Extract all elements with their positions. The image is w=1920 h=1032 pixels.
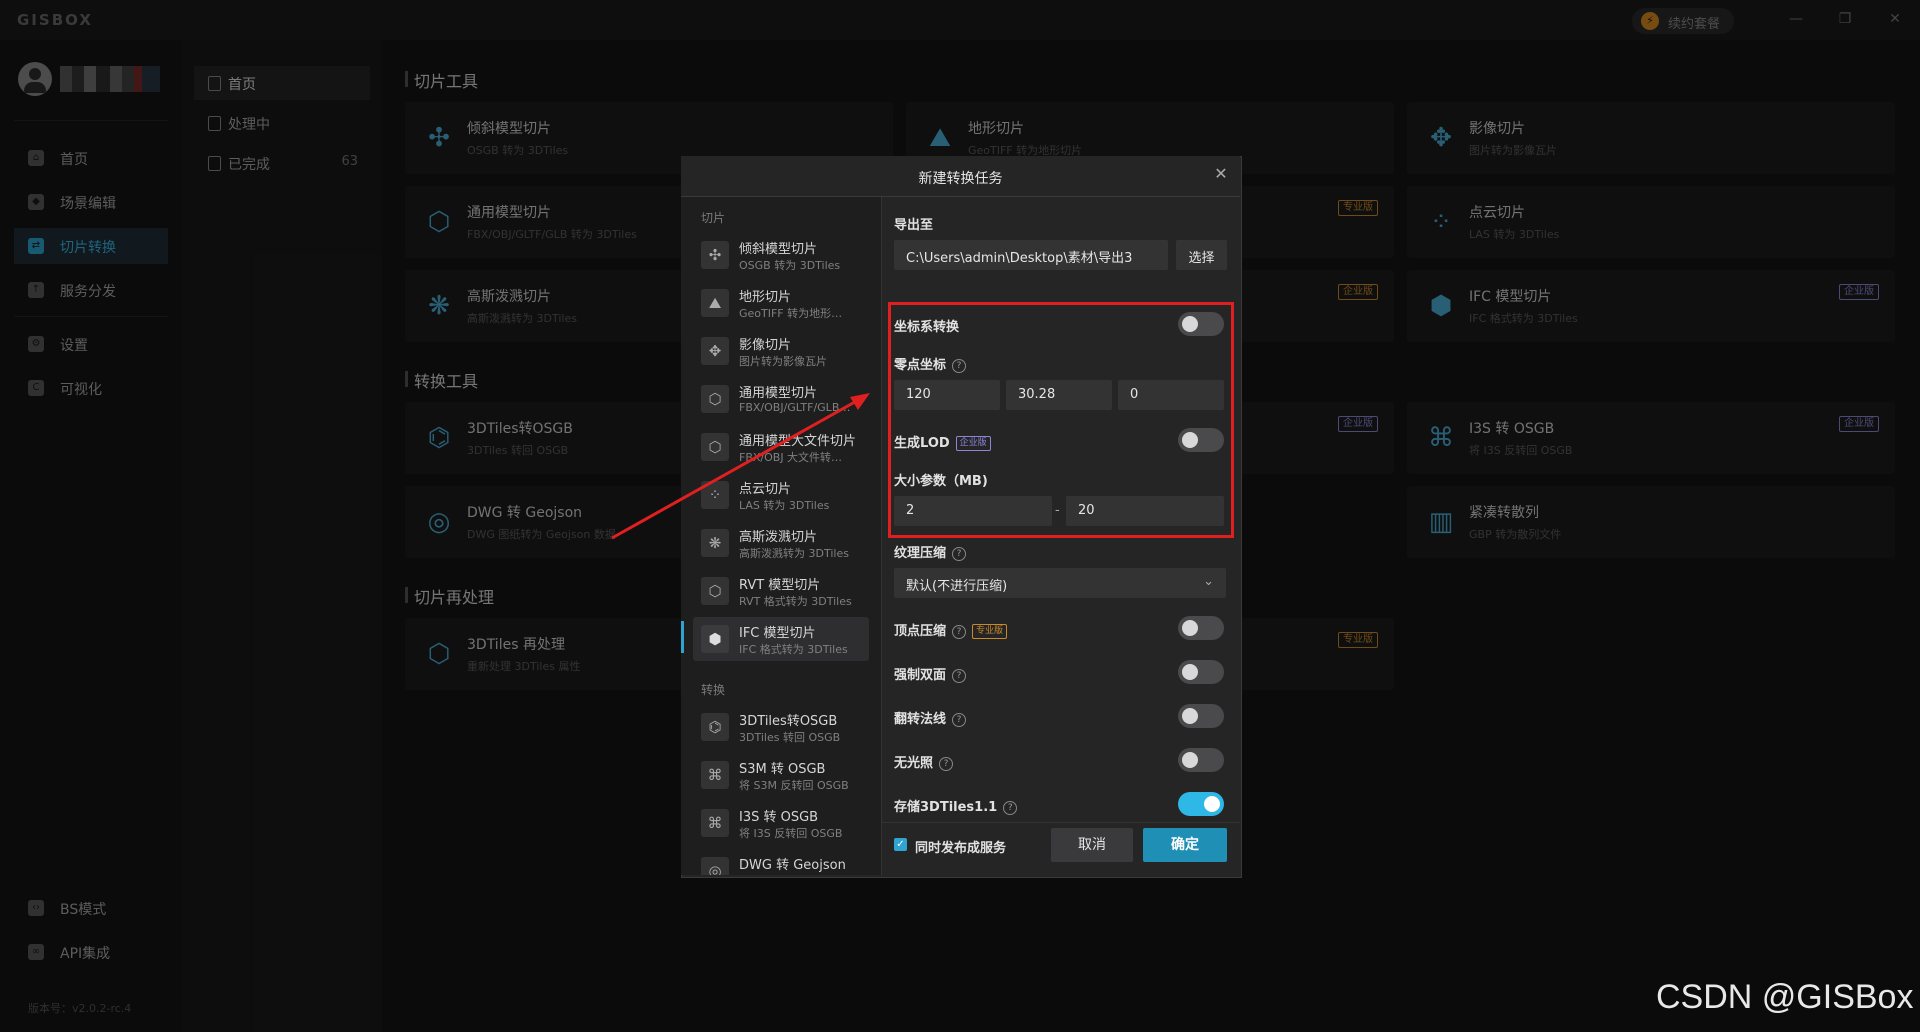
watermark: CSDN @GISBox [1656,978,1914,1016]
annotation-arrow [611,393,870,540]
